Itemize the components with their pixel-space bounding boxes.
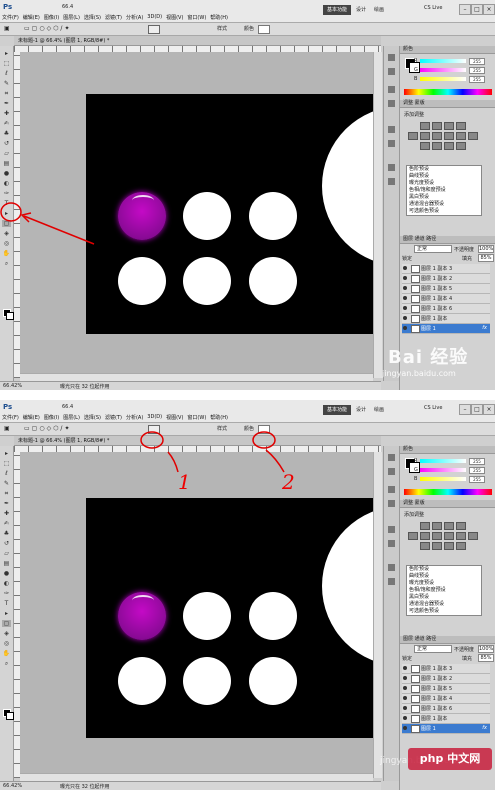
annotation-arrow-1	[167, 451, 179, 473]
annotation-arrow	[23, 215, 95, 245]
annotation-circle-color	[252, 431, 276, 449]
annotation-overlay-top	[0, 202, 95, 245]
annotation-overlay-bottom	[140, 431, 285, 473]
annotation-label-2: 2	[282, 470, 295, 494]
php-watermark: php 中文网	[408, 748, 492, 770]
annotation-label-1: 1	[178, 470, 191, 494]
screenshot-top: Ps 66.4 文件(F) 编辑(E) 图像(I) 图层(L) 选择(S) 滤镜…	[0, 0, 495, 390]
screenshot-bottom: Ps 66.4 文件(F) 编辑(E) 图像(I) 图层(L) 选择(S) 滤镜…	[0, 400, 495, 790]
annotation-circle-shape-tool	[0, 202, 22, 222]
annotation-arrow-2	[265, 449, 285, 473]
annotation-circle-mode	[140, 431, 164, 449]
